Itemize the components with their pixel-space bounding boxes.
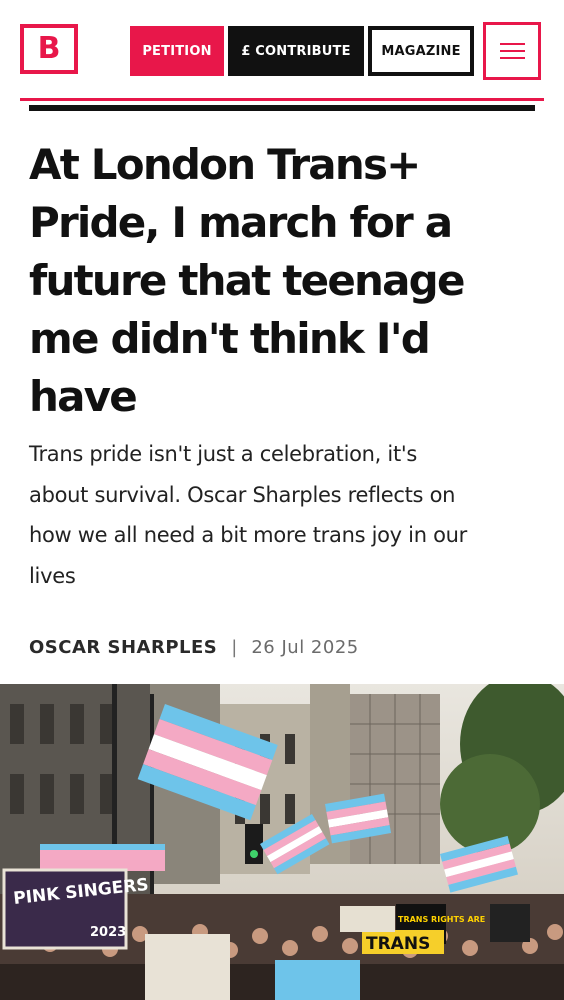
standfirst-line: Trans pride isn't just a celebration, it… — [29, 442, 418, 466]
contribute-button[interactable]: £ CONTRIBUTE — [228, 26, 364, 76]
menu-bar — [499, 43, 525, 45]
article-top-rule — [29, 105, 535, 111]
headline-line: have — [29, 372, 138, 421]
logo-letter: B — [37, 31, 61, 66]
site-logo[interactable]: B — [20, 24, 78, 74]
menu-bar — [499, 50, 525, 52]
article-headline: At London Trans+ Pride, I march for a fu… — [29, 136, 539, 426]
headline-line: Pride, I march for a — [29, 198, 453, 247]
standfirst-line: lives — [29, 563, 76, 588]
byline-separator: | — [231, 636, 238, 658]
publish-date: 26 Jul 2025 — [251, 636, 359, 658]
headline-line: future that teenage — [29, 256, 465, 305]
hero-photo-illustration: PINK SINGERS 2023 TRANS RIGHTS ARE TRANS — [0, 684, 564, 1000]
author-link[interactable]: OSCAR SHARPLES — [29, 637, 217, 658]
standfirst-line: how we all need a bit more trans joy in … — [29, 523, 467, 547]
article-standfirst: Trans pride isn't just a celebration, it… — [29, 434, 539, 596]
sign-year-text: 2023 — [90, 925, 126, 940]
magazine-button[interactable]: MAGAZINE — [368, 26, 474, 76]
hamburger-menu-icon[interactable] — [483, 22, 541, 80]
header-divider — [20, 98, 544, 101]
headline-line: me didn't think I'd — [29, 314, 431, 363]
menu-bar — [499, 57, 525, 59]
petition-button[interactable]: PETITION — [130, 26, 224, 76]
hero-image: PINK SINGERS 2023 TRANS RIGHTS ARE TRANS — [0, 684, 564, 1000]
standfirst-line: about survival. Oscar Sharples reflects … — [29, 482, 456, 507]
trans-sign-text: TRANS — [366, 934, 430, 954]
article-byline: OSCAR SHARPLES | 26 Jul 2025 — [29, 634, 359, 660]
site-header: B PETITION £ CONTRIBUTE MAGAZINE — [0, 0, 564, 100]
trans-rights-sign-text: TRANS RIGHTS ARE — [398, 915, 485, 924]
headline-line: At London Trans+ — [29, 140, 421, 189]
